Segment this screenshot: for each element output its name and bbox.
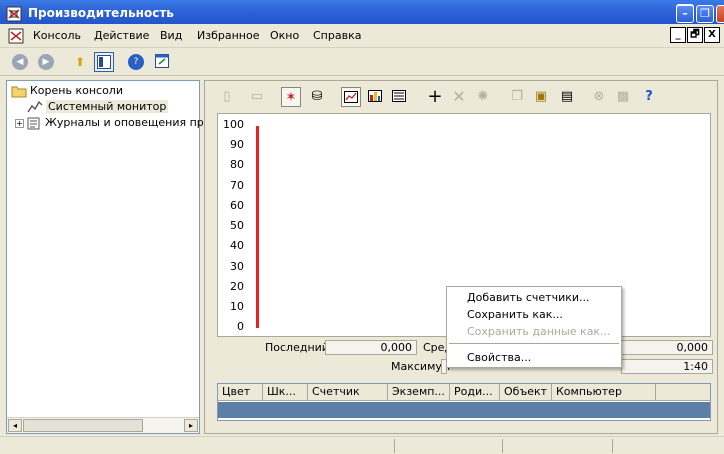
col-parent[interactable]: Роди... xyxy=(450,384,500,401)
properties-icon[interactable]: ▤ xyxy=(557,87,577,107)
menu-properties[interactable]: Свойства... xyxy=(467,351,531,364)
col-counter[interactable]: Счетчик xyxy=(308,384,388,401)
stat-value-right: 0,000 xyxy=(621,340,713,355)
scroll-thumb[interactable] xyxy=(23,419,143,432)
menu-help[interactable]: Справка xyxy=(313,29,361,42)
monitor-toolbar: ▯ ▭ ✶ ⛁ + ✕ ✺ ❐ ▣ ▤ ⊗ ▩ ? xyxy=(215,85,715,109)
last-value: 0,000 xyxy=(325,340,417,355)
menu-view[interactable]: Вид xyxy=(160,29,182,42)
y-tick-label: 80 xyxy=(230,158,244,171)
view-histogram-icon[interactable] xyxy=(365,87,385,107)
back-arrow-icon[interactable]: ◀ xyxy=(12,54,28,70)
status-segment xyxy=(502,439,503,453)
delete-icon[interactable]: ✕ xyxy=(449,87,469,107)
paste-counter-list-icon[interactable]: ▣ xyxy=(531,87,551,107)
y-tick-label: 30 xyxy=(230,260,244,273)
counter-legend[interactable]: Цвет Шк... Счетчик Экземп... Роди... Объ… xyxy=(217,383,711,421)
system-monitor-pane: ▯ ▭ ✶ ⛁ + ✕ ✺ ❐ ▣ ▤ ⊗ ▩ ? 100 90 80 70 6… xyxy=(204,80,718,434)
update-data-icon[interactable]: ▩ xyxy=(613,87,633,107)
y-tick-label: 20 xyxy=(230,280,244,293)
help-icon[interactable]: ? xyxy=(639,87,659,107)
col-scale[interactable]: Шк... xyxy=(263,384,308,401)
tree-horizontal-scrollbar[interactable]: ◂ ▸ xyxy=(7,417,199,433)
time-bar-line xyxy=(256,126,259,328)
view-graph-icon[interactable] xyxy=(341,87,361,107)
last-label: Последний xyxy=(265,341,329,354)
view-current-activity-icon[interactable]: ✶ xyxy=(281,87,301,107)
freeze-display-icon[interactable]: ⊗ xyxy=(589,87,609,107)
col-computer[interactable]: Компьютер xyxy=(552,384,656,401)
status-segment xyxy=(612,439,613,453)
y-tick-label: 40 xyxy=(230,239,244,252)
mdi-restore-button[interactable]: 🗗 xyxy=(687,27,703,43)
y-tick-label: 90 xyxy=(230,138,244,151)
forward-arrow-icon[interactable]: ▶ xyxy=(38,54,54,70)
help-icon[interactable]: ? xyxy=(128,54,144,70)
mdi-minimize-button[interactable]: _ xyxy=(670,27,686,43)
legend-row-selected[interactable] xyxy=(218,402,710,418)
main-toolbar: ◀ ▶ ⬆ ? xyxy=(0,48,724,76)
console-tree[interactable]: Корень консоли Системный монитор + Журнал… xyxy=(6,80,218,434)
tree-item-label: Корень консоли xyxy=(30,84,123,97)
window-title: Производительность xyxy=(28,6,174,20)
window-minimize-button[interactable]: – xyxy=(676,5,694,23)
mdi-close-button[interactable]: X xyxy=(704,27,720,43)
menu-favorites[interactable]: Избранное xyxy=(197,29,259,42)
tree-item-label: Журналы и оповещения прои xyxy=(45,116,218,129)
menu-window[interactable]: Окно xyxy=(270,29,299,42)
expand-icon[interactable]: + xyxy=(15,118,24,128)
y-tick-label: 10 xyxy=(230,300,244,313)
tree-item-label: Системный монитор xyxy=(46,100,169,113)
duration-value: 1:40 xyxy=(621,359,713,374)
y-tick-label: 0 xyxy=(237,320,244,333)
col-color[interactable]: Цвет xyxy=(218,384,263,401)
col-instance[interactable]: Экземп... xyxy=(388,384,450,401)
y-tick-label: 50 xyxy=(230,219,244,232)
menu-console[interactable]: Консоль xyxy=(33,29,81,42)
menu-save-data-as: Сохранить данные как... xyxy=(467,325,611,338)
legend-header: Цвет Шк... Счетчик Экземп... Роди... Объ… xyxy=(218,384,710,401)
tree-item-console-root[interactable]: Корень консоли xyxy=(11,83,123,99)
folder-icon xyxy=(11,84,27,98)
highlight-icon[interactable]: ✺ xyxy=(473,87,493,107)
add-icon[interactable]: + xyxy=(425,87,445,107)
menu-action[interactable]: Действие xyxy=(94,29,149,42)
menu-separator xyxy=(449,343,619,344)
system-monitor-icon xyxy=(27,100,43,114)
status-segment xyxy=(394,439,395,453)
status-bar xyxy=(0,436,724,454)
view-report-icon[interactable] xyxy=(389,87,409,107)
col-object[interactable]: Объект xyxy=(500,384,552,401)
console-menu-icon[interactable] xyxy=(8,28,24,44)
menu-add-counters[interactable]: Добавить счетчики... xyxy=(467,291,590,304)
mmc-console-icon xyxy=(6,6,22,22)
logs-alerts-icon xyxy=(26,116,42,130)
y-tick-label: 60 xyxy=(230,199,244,212)
tree-item-logs-alerts[interactable]: + Журналы и оповещения прои xyxy=(15,115,218,131)
y-tick-label: 100 xyxy=(223,118,244,131)
show-hide-tree-icon[interactable] xyxy=(94,52,114,72)
menu-bar: Консоль Действие Вид Избранное Окно Спра… xyxy=(0,24,724,48)
up-folder-icon[interactable]: ⬆ xyxy=(70,52,90,72)
window-restore-button[interactable]: ❐ xyxy=(696,5,714,23)
graph-context-menu: Добавить счетчики... Сохранить как... Со… xyxy=(446,286,622,368)
scroll-right-button[interactable]: ▸ xyxy=(184,419,198,432)
menu-save-as[interactable]: Сохранить как... xyxy=(467,308,563,321)
new-counter-set-icon[interactable]: ▯ xyxy=(217,87,237,107)
view-log-data-icon[interactable]: ⛁ xyxy=(307,87,327,107)
tree-item-system-monitor[interactable]: Системный монитор xyxy=(27,99,169,115)
copy-properties-icon[interactable]: ❐ xyxy=(507,87,527,107)
clear-display-icon[interactable]: ▭ xyxy=(247,87,267,107)
window-close-button[interactable] xyxy=(716,5,724,23)
y-tick-label: 70 xyxy=(230,179,244,192)
new-window-icon[interactable] xyxy=(152,52,172,72)
scroll-left-button[interactable]: ◂ xyxy=(8,419,22,432)
